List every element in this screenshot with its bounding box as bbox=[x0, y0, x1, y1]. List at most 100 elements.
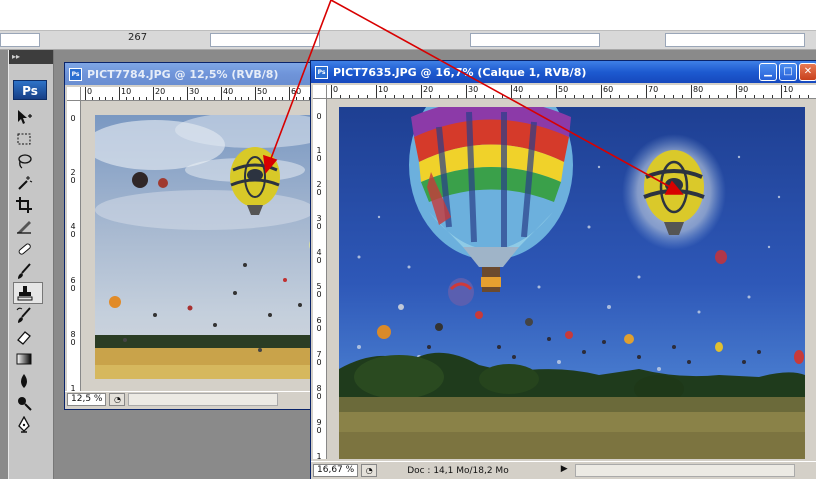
ruler-minor-tick bbox=[529, 95, 530, 98]
window2-title: PICT7635.JPG @ 16,7% (Calque 1, RVB/8) bbox=[333, 65, 587, 79]
crop-tool-icon[interactable] bbox=[9, 194, 53, 216]
ruler-minor-tick bbox=[125, 97, 127, 100]
blur-tool-icon[interactable] bbox=[9, 370, 53, 392]
ruler-label: 30 bbox=[468, 85, 479, 94]
options-bar: 267 bbox=[0, 30, 816, 50]
gradient-tool-icon[interactable] bbox=[9, 348, 53, 370]
ruler-minor-tick bbox=[718, 95, 719, 98]
status-info-arrow-icon[interactable]: ▶ bbox=[556, 464, 572, 477]
brush-tool-icon[interactable] bbox=[9, 260, 53, 282]
options-field-right[interactable] bbox=[470, 33, 600, 47]
ruler-minor-tick bbox=[234, 97, 236, 100]
ruler-label: 20 bbox=[155, 87, 166, 96]
ruler-tick bbox=[119, 87, 120, 100]
ruler-label: 70 bbox=[316, 350, 322, 367]
ruler-label: 0 bbox=[87, 87, 93, 96]
ruler-minor-tick bbox=[214, 97, 216, 100]
ruler-label: 90 bbox=[738, 85, 749, 94]
ruler-minor-tick bbox=[412, 95, 413, 98]
ruler-minor-tick bbox=[193, 97, 195, 100]
ruler-minor-tick bbox=[709, 95, 710, 98]
maximize-button[interactable]: □ bbox=[779, 63, 797, 81]
top-empty-area bbox=[0, 0, 816, 30]
options-value: 267 bbox=[128, 32, 148, 43]
ruler-minor-tick bbox=[268, 97, 270, 100]
toolbox-grip[interactable]: ▸▸ bbox=[9, 50, 53, 64]
ruler-label: 0 bbox=[316, 112, 322, 121]
marquee-tool-icon[interactable] bbox=[9, 128, 53, 150]
magic-wand-tool-icon[interactable] bbox=[9, 172, 53, 194]
ruler-tick bbox=[421, 85, 422, 98]
ruler-label: 20 bbox=[423, 85, 434, 94]
move-tool-icon[interactable] bbox=[9, 106, 53, 128]
document-window-2[interactable]: Ps PICT7635.JPG @ 16,7% (Calque 1, RVB/8… bbox=[310, 60, 816, 479]
ruler-minor-tick bbox=[241, 97, 243, 100]
options-field-left[interactable] bbox=[0, 33, 40, 47]
slice-tool-icon[interactable] bbox=[9, 216, 53, 238]
ruler-minor-tick bbox=[799, 95, 800, 98]
toolbox-panel: ▸▸ Ps bbox=[8, 50, 54, 479]
ruler-minor-tick bbox=[628, 95, 629, 98]
minimize-button[interactable]: ▁ bbox=[759, 63, 777, 81]
ruler-tick bbox=[781, 85, 782, 98]
ruler-label: 70 bbox=[648, 85, 659, 94]
ruler-label: 80 bbox=[70, 330, 76, 347]
ruler-tick bbox=[221, 87, 222, 100]
ruler-label: 50 bbox=[257, 87, 268, 96]
ruler-minor-tick bbox=[98, 97, 100, 100]
photoshop-screen: 267 ▸▸ Ps Ps PICT7784.JPG @ 12,5% (RVB/8… bbox=[0, 0, 816, 479]
ruler-corner bbox=[67, 87, 81, 101]
ruler-minor-tick bbox=[484, 95, 485, 98]
ruler-minor-tick bbox=[664, 95, 665, 98]
window1-titlebar[interactable]: Ps PICT7784.JPG @ 12,5% (RVB/8) bbox=[65, 63, 321, 85]
ruler-minor-tick bbox=[261, 97, 263, 100]
window2-photo-canvas[interactable] bbox=[339, 107, 805, 459]
options-field-mid[interactable] bbox=[210, 33, 320, 47]
window2-zoom-field[interactable]: 16,67 % bbox=[313, 464, 359, 477]
ruler-minor-tick bbox=[763, 95, 764, 98]
ruler-minor-tick bbox=[700, 95, 701, 98]
window1-title: PICT7784.JPG @ 12,5% (RVB/8) bbox=[87, 67, 279, 81]
close-button[interactable]: ✕ bbox=[799, 63, 816, 81]
document-window-1[interactable]: Ps PICT7784.JPG @ 12,5% (RVB/8) 0 10 20 30 4… bbox=[64, 62, 322, 410]
ruler-minor-tick bbox=[132, 97, 134, 100]
ruler-minor-tick bbox=[457, 95, 458, 98]
window2-status-menu-icon[interactable]: ◔ bbox=[361, 464, 378, 477]
ps-logo[interactable]: Ps bbox=[13, 80, 47, 100]
window1-status-menu-icon[interactable]: ◔ bbox=[109, 393, 126, 406]
ruler-minor-tick bbox=[302, 97, 304, 100]
ruler-label: 90 bbox=[316, 418, 322, 435]
history-brush-tool-icon[interactable] bbox=[9, 304, 53, 326]
ruler-minor-tick bbox=[358, 95, 359, 98]
ruler-label: 80 bbox=[693, 85, 704, 94]
ruler-minor-tick bbox=[349, 95, 350, 98]
eraser-tool-icon[interactable] bbox=[9, 326, 53, 348]
ruler-minor-tick bbox=[166, 97, 168, 100]
window2-titlebar[interactable]: Ps PICT7635.JPG @ 16,7% (Calque 1, RVB/8… bbox=[311, 61, 816, 83]
ruler-tick bbox=[601, 85, 602, 98]
clone-stamp-tool-icon[interactable] bbox=[13, 282, 43, 304]
options-field-far-right[interactable] bbox=[665, 33, 805, 47]
ruler-label: 10 bbox=[783, 85, 794, 94]
ruler-label: 0 bbox=[333, 85, 339, 94]
ruler-minor-tick bbox=[340, 95, 341, 98]
ruler-minor-tick bbox=[448, 95, 449, 98]
ruler-label: 0 bbox=[70, 114, 76, 123]
ruler-tick bbox=[331, 85, 332, 98]
ruler-label: 1 bbox=[316, 452, 322, 460]
pen-tool-icon[interactable] bbox=[9, 414, 53, 436]
dodge-tool-icon[interactable] bbox=[9, 392, 53, 414]
ruler-corner bbox=[313, 85, 327, 99]
ruler-tick bbox=[255, 87, 256, 100]
window1-horizontal-scrollbar[interactable] bbox=[128, 393, 279, 406]
window1-zoom-field[interactable]: 12,5 % bbox=[67, 393, 107, 406]
ruler-minor-tick bbox=[637, 95, 638, 98]
lasso-tool-icon[interactable] bbox=[9, 150, 53, 172]
ruler-minor-tick bbox=[502, 95, 503, 98]
healing-brush-tool-icon[interactable] bbox=[9, 238, 53, 260]
ruler-minor-tick bbox=[367, 95, 368, 98]
ruler-minor-tick bbox=[754, 95, 755, 98]
window2-horizontal-scrollbar[interactable] bbox=[575, 464, 796, 477]
window1-photo-canvas[interactable] bbox=[95, 115, 321, 379]
ruler-label: 20 bbox=[70, 168, 76, 185]
